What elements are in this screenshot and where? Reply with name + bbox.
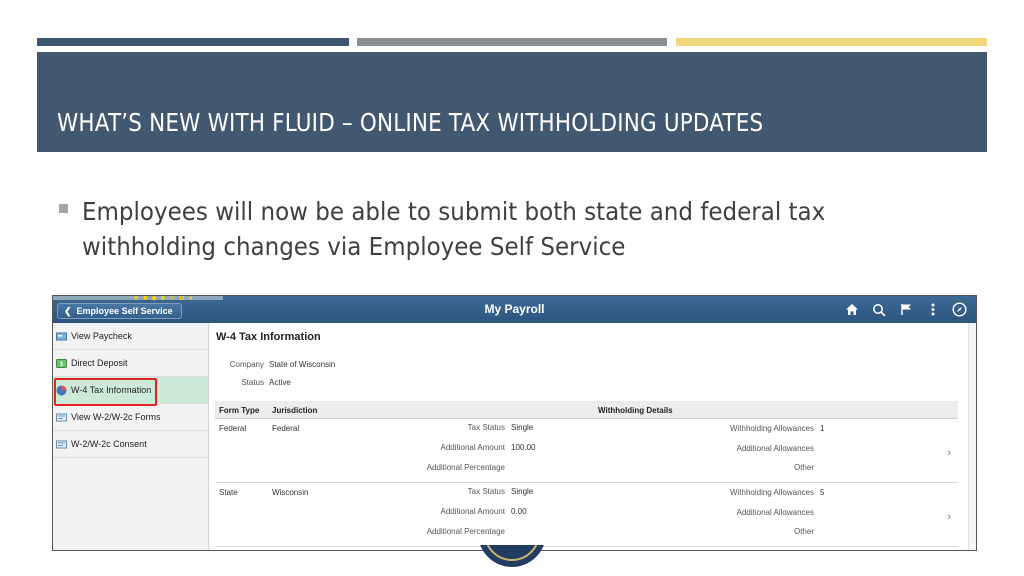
sidebar-item-label: W-2/W-2c Consent — [71, 439, 147, 449]
additional-amount-value: 0.00 — [511, 507, 527, 516]
allowances-label: Withholding Allowances — [729, 488, 814, 497]
app-header-bar: ★ ■ ◆ ■ ✉ ✿ ● ❮ Employee Self Service My… — [53, 296, 976, 323]
tax-status-value: Single — [511, 487, 534, 496]
other-label: Other — [793, 463, 814, 472]
allowances-value: 5 — [820, 488, 825, 497]
main-content: W-4 Tax Information Company State of Wisc… — [210, 323, 976, 550]
column-withholding-details: Withholding Details — [598, 406, 673, 415]
compass-icon[interactable] — [951, 301, 968, 318]
sidebar-item-label: View W-2/W-2c Forms — [71, 412, 161, 422]
company-label: Company — [229, 360, 264, 369]
tax-status-label: Tax Status — [467, 487, 505, 496]
additional-amount-label: Additional Amount — [440, 443, 506, 452]
row-form-type: Federal — [219, 424, 247, 433]
flag-icon[interactable] — [897, 301, 914, 318]
seal-ring — [484, 545, 540, 561]
highlight-box — [54, 378, 157, 406]
tax-status-label: Tax Status — [467, 423, 505, 432]
accent-bar-yellow — [676, 38, 987, 46]
page-title: W-4 Tax Information — [216, 331, 321, 343]
additional-allowances-label: Additional Allowances — [736, 508, 814, 517]
toolbar-icons: ★ ■ ◆ ■ ✉ ✿ ● — [133, 295, 194, 302]
additional-amount-label: Additional Amount — [440, 507, 506, 516]
header-actions — [843, 301, 968, 318]
allowances-value: 1 — [820, 424, 825, 433]
slide-header: WHAT’S NEW WITH FLUID – ONLINE TAX WITHH… — [37, 52, 987, 152]
sidebar-item-view-paycheck[interactable]: View Paycheck — [53, 323, 208, 350]
column-jurisdiction: Jurisdiction — [272, 406, 318, 415]
bullet-text: Employees will now be able to submit bot… — [82, 197, 826, 261]
status-label: Status — [241, 378, 264, 387]
withholding-grid-header: Form Type Jurisdiction Withholding Detai… — [215, 401, 958, 419]
table-row-state[interactable]: State Wisconsin Tax Status Single Additi… — [215, 483, 958, 547]
paycheck-icon — [56, 331, 67, 342]
slide-title: WHAT’S NEW WITH FLUID – ONLINE TAX WITHH… — [57, 108, 764, 137]
sidebar-item-label: Direct Deposit — [71, 358, 128, 368]
chevron-right-icon[interactable]: › — [947, 447, 951, 459]
sidebar-item-w2-consent[interactable]: W-2/W-2c Consent — [53, 431, 208, 458]
additional-amount-value: 100.00 — [511, 443, 536, 452]
additional-percentage-label: Additional Percentage — [426, 527, 505, 536]
sidebar: View Paycheck $ Direct Deposit W-4 Tax I… — [53, 323, 209, 550]
row-jurisdiction: Wisconsin — [272, 488, 309, 497]
additional-allowances-label: Additional Allowances — [736, 444, 814, 453]
state-seal-logo — [478, 545, 546, 567]
company-value: State of Wisconsin — [269, 360, 336, 369]
app-title: My Payroll — [484, 302, 545, 316]
scrollbar[interactable] — [968, 323, 976, 550]
company-field: Company State of Wisconsin — [216, 360, 336, 369]
toolbar-strip: ★ ■ ◆ ■ ✉ ✿ ● — [53, 295, 223, 302]
sidebar-item-w4-tax-information[interactable]: W-4 Tax Information — [53, 377, 208, 406]
row-jurisdiction: Federal — [272, 424, 300, 433]
home-icon[interactable] — [843, 301, 860, 318]
chevron-right-icon[interactable]: › — [947, 511, 951, 523]
tax-status-value: Single — [511, 423, 534, 432]
form-icon — [56, 439, 67, 450]
search-icon[interactable] — [870, 301, 887, 318]
deposit-icon: $ — [56, 358, 67, 369]
additional-percentage-label: Additional Percentage — [426, 463, 505, 472]
table-row-federal[interactable]: Federal Federal Tax Status Single Additi… — [215, 419, 958, 483]
allowances-label: Withholding Allowances — [729, 424, 814, 433]
bullet-marker — [59, 204, 68, 213]
app-screenshot: ★ ■ ◆ ■ ✉ ✿ ● ❮ Employee Self Service My… — [52, 295, 977, 551]
accent-bar-gray — [357, 38, 667, 46]
more-vertical-icon[interactable] — [924, 301, 941, 318]
status-value: Active — [269, 378, 291, 387]
other-label: Other — [793, 527, 814, 536]
seal-emblem — [478, 545, 546, 567]
sidebar-item-direct-deposit[interactable]: $ Direct Deposit — [53, 350, 208, 377]
accent-bar-dark — [37, 38, 349, 46]
status-field: Status Active — [216, 378, 291, 387]
form-icon — [56, 412, 67, 423]
sidebar-item-view-w2-forms[interactable]: View W-2/W-2c Forms — [53, 404, 208, 431]
sidebar-item-label: View Paycheck — [71, 331, 132, 341]
column-form-type: Form Type — [219, 406, 260, 415]
row-form-type: State — [219, 488, 238, 497]
